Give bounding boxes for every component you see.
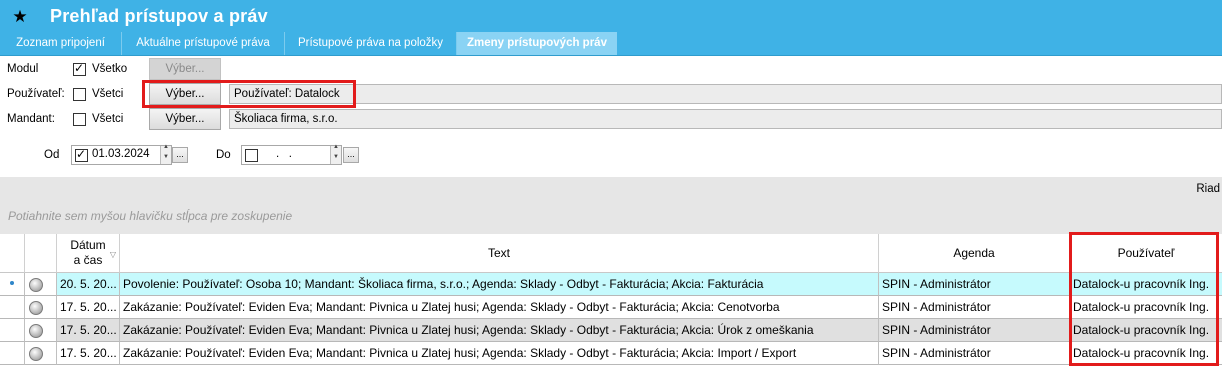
cell-datum: 17. 5. 20... xyxy=(57,342,120,365)
modul-check-label: Všetko xyxy=(92,63,128,75)
do-dots-button[interactable]: ... xyxy=(343,147,359,163)
star-icon[interactable]: ★ xyxy=(0,7,40,27)
modul-select-button[interactable]: Výber... xyxy=(149,58,221,80)
do-checkbox[interactable] xyxy=(245,149,258,162)
tab-zmeny-pristupovych-prav[interactable]: Zmeny prístupových práv xyxy=(457,32,617,55)
od-date-value: 01.03.2024 xyxy=(92,148,150,160)
do-date-input[interactable]: . . xyxy=(241,144,342,165)
modul-label: Modul xyxy=(7,63,39,75)
data-grid: Dátum a čas ▽ Text Agenda Používateľ 20.… xyxy=(0,232,1222,366)
cell-datum: 17. 5. 20... xyxy=(57,319,120,342)
current-row-indicator xyxy=(10,281,14,285)
do-spin-icon[interactable] xyxy=(330,144,341,164)
tab-aktualne-pristupove-prava[interactable]: Aktuálne prístupové práva xyxy=(122,32,285,55)
od-date-input[interactable]: 01.03.2024 xyxy=(71,144,172,165)
table-row[interactable]: 17. 5. 20... Zakázanie: Používateľ: Evid… xyxy=(0,296,1222,319)
row-count-label: Riad xyxy=(1196,183,1220,195)
tab-zoznam-pripojeni[interactable]: Zoznam pripojení xyxy=(0,32,122,55)
highlight-box-pouzivatel xyxy=(142,80,356,108)
group-panel xyxy=(0,177,1222,234)
modul-checkbox[interactable] xyxy=(73,61,86,76)
header-text[interactable]: Text xyxy=(120,234,879,273)
table-row[interactable]: 17. 5. 20... Zakázanie: Používateľ: Evid… xyxy=(0,342,1222,365)
group-hint: Potiahnite sem myšou hlavičku stĺpca pre… xyxy=(8,209,293,223)
user-icon xyxy=(29,324,43,338)
cell-datum: 17. 5. 20... xyxy=(57,296,120,319)
header-icon-col xyxy=(25,234,57,273)
table-row[interactable]: 20. 5. 20... Povolenie: Používateľ: Osob… xyxy=(0,273,1222,296)
mandant-value-field: Školiaca firma, s.r.o. xyxy=(229,109,1222,129)
pouzivatel-check-label: Všetci xyxy=(92,88,124,100)
cell-text: Zakázanie: Používateľ: Eviden Eva; Manda… xyxy=(120,296,879,319)
table-row[interactable]: 17. 5. 20... Zakázanie: Používateľ: Evid… xyxy=(0,319,1222,342)
header-datum[interactable]: Dátum a čas ▽ xyxy=(57,234,120,273)
window-title: Prehľad prístupov a práv xyxy=(50,6,268,26)
user-icon xyxy=(29,301,43,315)
cell-text: Povolenie: Používateľ: Osoba 10; Mandant… xyxy=(120,273,879,296)
pouzivatel-label: Používateľ: xyxy=(7,88,65,100)
pouzivatel-value-field: Používateľ: Datalock xyxy=(229,84,1222,104)
pouzivatel-checkbox[interactable] xyxy=(73,88,86,101)
od-spin-icon[interactable] xyxy=(160,144,171,164)
do-label: Do xyxy=(216,149,231,161)
od-checkbox[interactable] xyxy=(75,147,88,162)
mandant-label: Mandant: xyxy=(7,113,55,125)
cell-text: Zakázanie: Používateľ: Eviden Eva; Manda… xyxy=(120,319,879,342)
header-datum-label: Dátum a čas xyxy=(70,238,106,267)
tab-pristupove-prava-na-polozky[interactable]: Prístupové práva na položky xyxy=(285,32,457,55)
user-icon xyxy=(29,278,43,292)
sort-descending-icon: ▽ xyxy=(109,250,116,259)
mandant-select-button[interactable]: Výber... xyxy=(149,108,221,130)
header-indicator xyxy=(0,234,25,273)
title-bar: ★ Prehľad prístupov a práv xyxy=(0,0,1222,33)
od-dots-button[interactable]: ... xyxy=(172,147,188,163)
tab-bar: Zoznam pripojení Aktuálne prístupové prá… xyxy=(0,32,1222,56)
cell-agenda: SPIN - Administrátor xyxy=(879,319,1070,342)
do-date-value: . . xyxy=(276,148,292,160)
highlight-box-pouzivatel-column xyxy=(1069,232,1219,366)
cell-agenda: SPIN - Administrátor xyxy=(879,273,1070,296)
cell-datum: 20. 5. 20... xyxy=(57,273,120,296)
od-label: Od xyxy=(44,149,60,161)
cell-agenda: SPIN - Administrátor xyxy=(879,342,1070,365)
mandant-check-label: Všetci xyxy=(92,113,124,125)
mandant-checkbox[interactable] xyxy=(73,113,86,126)
cell-agenda: SPIN - Administrátor xyxy=(879,296,1070,319)
header-agenda[interactable]: Agenda xyxy=(879,234,1070,273)
user-icon xyxy=(29,347,43,361)
cell-text: Zakázanie: Používateľ: Eviden Eva; Manda… xyxy=(120,342,879,365)
